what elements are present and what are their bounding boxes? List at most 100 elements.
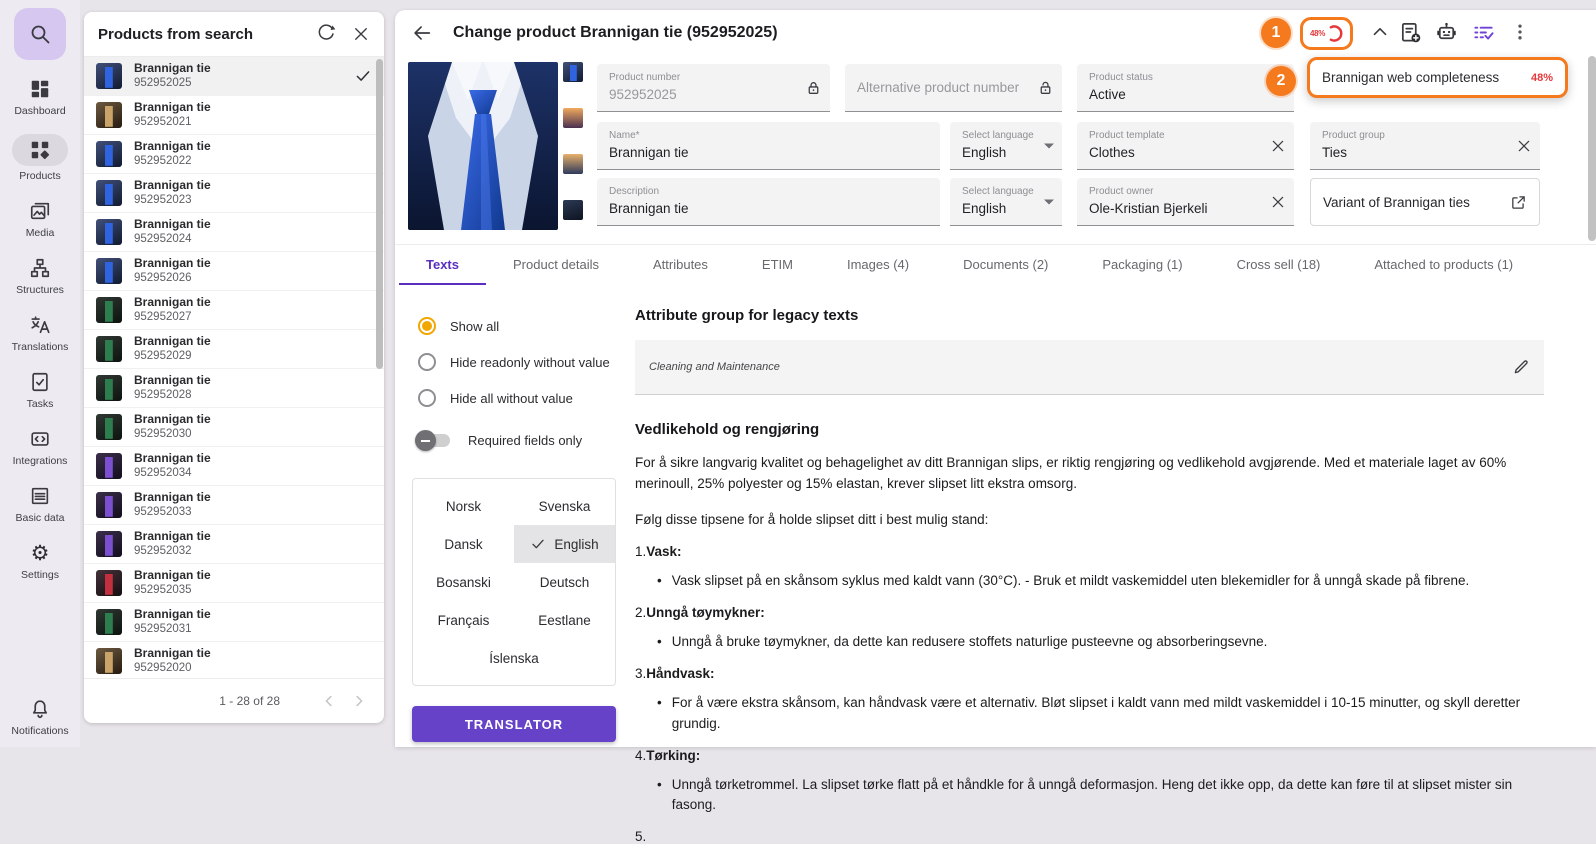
collapse-icon[interactable]	[1369, 21, 1391, 43]
product-list-item[interactable]: Brannigan tie 952952021	[84, 96, 384, 135]
product-list-item[interactable]: Brannigan tie 952952023	[84, 174, 384, 213]
editor-tab[interactable]: Packaging (1)	[1075, 245, 1209, 285]
checklist-icon[interactable]	[1472, 21, 1495, 44]
clear-icon[interactable]	[1270, 138, 1286, 154]
sidebar-item-media[interactable]: Media	[0, 199, 80, 239]
refresh-icon[interactable]	[316, 24, 336, 44]
edit-pencil-icon[interactable]	[1512, 358, 1530, 376]
product-template-field[interactable]: Product template Clothes	[1077, 122, 1294, 170]
product-list-item[interactable]: Brannigan tie 952952030	[84, 408, 384, 447]
product-list-item[interactable]: Brannigan tie 952952024	[84, 213, 384, 252]
product-list-item[interactable]: Brannigan tie 952952025	[84, 57, 384, 96]
required-fields-toggle[interactable]: Required fields only	[418, 433, 635, 448]
language-option[interactable]: Bosanski	[413, 563, 514, 601]
name-field[interactable]: Name* Brannigan tie	[597, 122, 940, 170]
product-item-text: Brannigan tie 952952024	[134, 217, 211, 246]
product-thumbnail	[96, 297, 122, 323]
language-option[interactable]: Eestlane	[514, 601, 615, 639]
clear-icon[interactable]	[1270, 194, 1286, 210]
main-scrollbar[interactable]	[1588, 56, 1596, 241]
editor-tab[interactable]: Attached to products (1)	[1347, 245, 1540, 285]
sidebar-item-settings[interactable]: ⚙ Settings	[0, 541, 80, 581]
image-thumbnail[interactable]	[563, 62, 583, 82]
next-page-button[interactable]	[344, 686, 374, 716]
editor-tab[interactable]: Texts	[399, 245, 486, 285]
product-owner-field[interactable]: Product owner Ole-Kristian Bjerkeli	[1077, 178, 1294, 226]
product-list-item[interactable]: Brannigan tie 952952026	[84, 252, 384, 291]
language-option[interactable]: Norsk	[413, 487, 514, 525]
product-list-item[interactable]: Brannigan tie 952952029	[84, 330, 384, 369]
product-item-name: Brannigan tie	[134, 295, 211, 310]
product-number-field[interactable]: Product number 952952025	[597, 64, 830, 112]
sidebar-item-translations[interactable]: Translations	[0, 313, 80, 353]
product-group-field[interactable]: Product group Ties	[1310, 122, 1540, 170]
editor-tab[interactable]: Images (4)	[820, 245, 936, 285]
product-list-item[interactable]: Brannigan tie 952952035	[84, 564, 384, 603]
filter-radio-option[interactable]: Hide all without value	[418, 389, 635, 407]
sidebar-item-tasks[interactable]: Tasks	[0, 370, 80, 410]
description-language-select[interactable]: Select language English	[950, 178, 1062, 226]
name-language-select[interactable]: Select language English	[950, 122, 1062, 170]
product-list-item[interactable]: Brannigan tie 952952034	[84, 447, 384, 486]
language-option[interactable]: Deutsch	[514, 563, 615, 601]
image-thumbnail[interactable]	[563, 154, 583, 174]
product-item-number: 952952030	[134, 427, 211, 441]
product-list-item[interactable]: Brannigan tie 952952027	[84, 291, 384, 330]
alternative-product-number-field[interactable]: Alternative product number	[845, 64, 1062, 112]
sidebar-item-basic-data[interactable]: Basic data	[0, 484, 80, 524]
language-option[interactable]: Dansk	[413, 525, 514, 563]
image-thumbnail[interactable]	[563, 200, 583, 220]
step-heading: 3.Håndvask:	[635, 666, 1544, 681]
product-image[interactable]	[408, 62, 558, 230]
sidebar-item-notifications[interactable]: Notifications	[0, 697, 80, 737]
completeness-badge-percent: 48%	[1310, 29, 1325, 38]
variant-of-link[interactable]: Variant of Brannigan ties	[1310, 178, 1540, 226]
language-option[interactable]: Íslenska	[413, 639, 615, 677]
completeness-dropdown[interactable]: Brannigan web completeness 48%	[1307, 57, 1568, 98]
filter-radio-option[interactable]: Show all	[418, 317, 635, 335]
sidebar-item-products[interactable]: Products	[0, 134, 80, 182]
sidebar-item-structures[interactable]: Structures	[0, 256, 80, 296]
care-step: 4.Tørking: • Unngå tørketrommel. La slip…	[635, 748, 1544, 816]
filter-radio-option[interactable]: Hide readonly without value	[418, 353, 635, 371]
product-status-field[interactable]: Product status Active	[1077, 64, 1294, 112]
product-list-item[interactable]: Brannigan tie 952952022	[84, 135, 384, 174]
close-icon[interactable]	[352, 25, 370, 43]
robot-icon[interactable]	[1435, 21, 1458, 44]
language-option[interactable]: Français	[413, 601, 514, 639]
product-item-name: Brannigan tie	[134, 451, 211, 466]
back-icon[interactable]	[411, 22, 433, 44]
step-heading: 5.	[635, 829, 1544, 844]
translator-button[interactable]: TRANSLATOR	[412, 706, 616, 742]
editor-tab[interactable]: ETIM	[735, 245, 820, 285]
language-option[interactable]: English	[514, 525, 615, 563]
completeness-gauge-button[interactable]: 48%	[1300, 17, 1353, 50]
language-option[interactable]: Svenska	[514, 487, 615, 525]
completeness-label: Brannigan web completeness	[1322, 70, 1523, 85]
product-list-item[interactable]: Brannigan tie 952952032	[84, 525, 384, 564]
product-item-text: Brannigan tie 952952031	[134, 607, 211, 636]
product-thumbnail	[96, 375, 122, 401]
product-item-number: 952952020	[134, 661, 211, 675]
list-scrollbar[interactable]	[376, 59, 383, 369]
image-thumbnail[interactable]	[563, 108, 583, 128]
sidebar-item-dashboard[interactable]: Dashboard	[0, 77, 80, 117]
product-item-name: Brannigan tie	[134, 412, 211, 427]
previous-page-button[interactable]	[314, 686, 344, 716]
product-list-item[interactable]: Brannigan tie 952952028	[84, 369, 384, 408]
editor-tab[interactable]: Attributes	[626, 245, 735, 285]
kebab-menu-icon[interactable]	[1510, 21, 1530, 43]
step-bullet: • Unngå tørketrommel. La slipset tørke f…	[657, 775, 1544, 816]
product-list-item[interactable]: Brannigan tie 952952020	[84, 642, 384, 678]
global-search-button[interactable]	[14, 8, 66, 60]
clear-icon[interactable]	[1516, 138, 1532, 154]
editor-tab[interactable]: Product details	[486, 245, 626, 285]
sidebar-item-integrations[interactable]: Integrations	[0, 427, 80, 467]
product-list-item[interactable]: Brannigan tie 952952033	[84, 486, 384, 525]
product-item-text: Brannigan tie 952952023	[134, 178, 211, 207]
description-field[interactable]: Description Brannigan tie	[597, 178, 940, 226]
add-note-icon[interactable]	[1399, 21, 1422, 44]
editor-tab[interactable]: Cross sell (18)	[1210, 245, 1348, 285]
product-list-item[interactable]: Brannigan tie 952952031	[84, 603, 384, 642]
editor-tab[interactable]: Documents (2)	[936, 245, 1075, 285]
